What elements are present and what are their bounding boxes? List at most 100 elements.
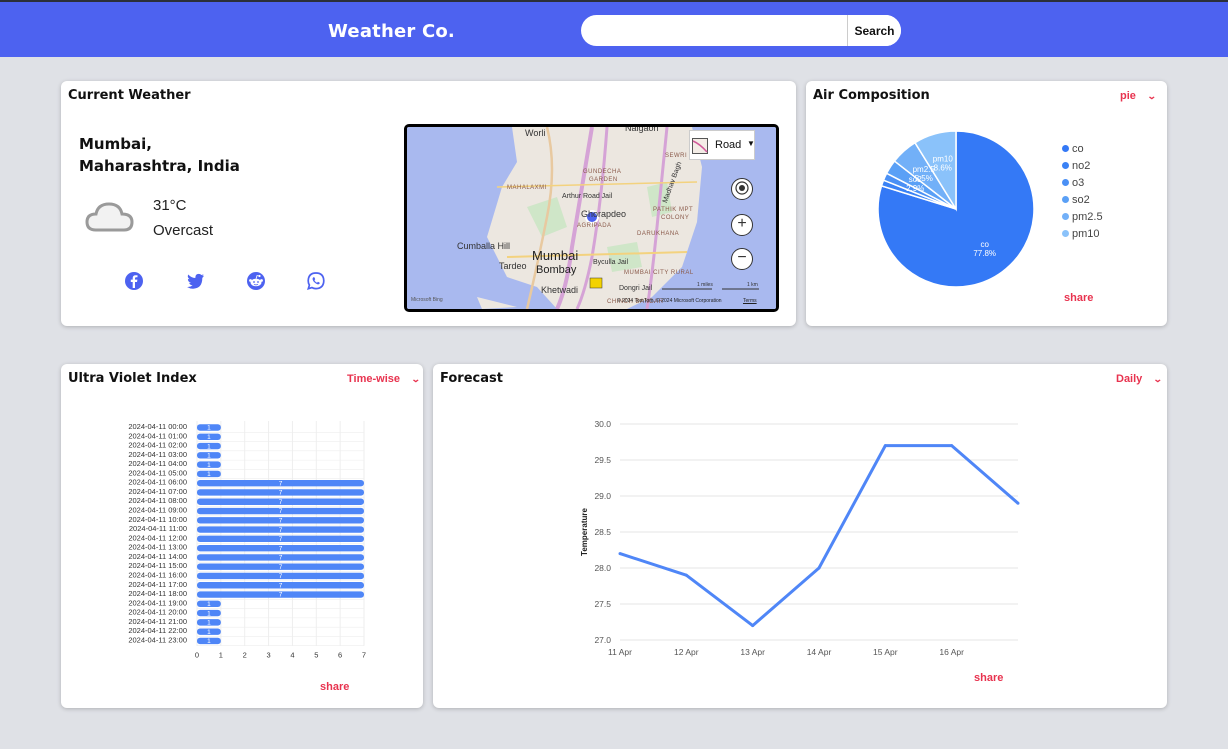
search-box: Search	[581, 15, 901, 46]
uv-category-label: 2024-04-11 02:00	[128, 441, 187, 450]
uv-category-label: 2024-04-11 23:00	[128, 635, 187, 644]
uv-xtick: 0	[195, 651, 199, 660]
zoom-in-button[interactable]: +	[731, 214, 753, 236]
uv-bar-label: 7	[279, 499, 283, 506]
forecast-ytick: 27.5	[594, 599, 611, 609]
uv-xtick: 1	[219, 651, 223, 660]
temperature: 31°C	[153, 197, 187, 214]
uv-category-label: 2024-04-11 14:00	[128, 552, 187, 561]
pie-pct-pm2.5: 5.5%	[915, 174, 933, 183]
legend-item-co[interactable]: co	[1062, 141, 1103, 158]
uv-bar-label: 1	[207, 453, 211, 460]
uv-category-label: 2024-04-11 03:00	[128, 450, 187, 459]
legend-label: o3	[1072, 177, 1085, 189]
map-terms-link[interactable]: Terms	[743, 298, 757, 304]
whatsapp-icon[interactable]	[306, 271, 326, 291]
legend-label: so2	[1072, 194, 1090, 206]
forecast-point[interactable]	[684, 573, 688, 577]
forecast-period-dropdown[interactable]: Daily ⌄	[1116, 373, 1163, 385]
uv-category-label: 2024-04-11 13:00	[128, 543, 187, 552]
uv-category-label: 2024-04-11 08:00	[128, 496, 187, 505]
map-style-selector[interactable]: Road ▼	[689, 130, 755, 160]
uv-category-label: 2024-04-11 00:00	[128, 422, 187, 431]
map-label-agripada: AGRIPADA	[577, 223, 612, 229]
forecast-point[interactable]	[618, 552, 622, 556]
map-label-pathik: PATHIK MPT	[653, 207, 694, 213]
forecast-ytick: 28.5	[594, 527, 611, 537]
map-label-worli: Worli	[525, 128, 546, 138]
locate-me-button[interactable]	[731, 178, 753, 200]
map-scale-km: 1 km	[747, 282, 758, 288]
uv-share-button[interactable]: share	[320, 681, 349, 693]
map-scale-miles: 1 miles	[697, 282, 713, 288]
map-label-mahalaxmi: MAHALAXMI	[507, 185, 547, 191]
chevron-down-icon: ⌄	[1153, 374, 1163, 384]
search-button[interactable]: Search	[847, 15, 901, 46]
twitter-icon[interactable]	[185, 271, 205, 291]
map-label-garden: GARDEN	[589, 177, 618, 183]
legend-item-no2[interactable]: no2	[1062, 158, 1103, 175]
forecast-xtick: 16 Apr	[939, 647, 964, 657]
legend-swatch	[1062, 229, 1069, 237]
uv-bar-label: 1	[207, 425, 211, 432]
map-label-tardeo: Tardeo	[499, 261, 527, 271]
legend-item-o3[interactable]: o3	[1062, 175, 1103, 192]
uv-bar-label: 7	[279, 490, 283, 497]
forecast-share-button[interactable]: share	[974, 672, 1003, 684]
forecast-point[interactable]	[1016, 501, 1020, 505]
uv-category-label: 2024-04-11 22:00	[128, 626, 187, 635]
forecast-point[interactable]	[751, 624, 755, 628]
legend-swatch	[1062, 212, 1069, 220]
legend-item-so2[interactable]: so2	[1062, 192, 1103, 209]
brand-logo[interactable]: Weather Co.	[328, 21, 455, 42]
uv-bar-label: 7	[279, 480, 283, 487]
legend-item-pm10[interactable]: pm10	[1062, 226, 1103, 243]
uv-bar-label: 7	[279, 518, 283, 525]
pie-label-co: co	[980, 240, 989, 249]
cloud-icon	[85, 202, 134, 232]
map-label-cumballa-hill: Cumballa Hill	[457, 241, 511, 251]
uv-xtick: 5	[314, 651, 318, 660]
uv-category-label: 2024-04-11 18:00	[128, 589, 187, 598]
uv-bar-label: 1	[207, 629, 211, 636]
location-name: Mumbai, Maharashtra, India	[79, 133, 329, 177]
forecast-point[interactable]	[883, 444, 887, 448]
forecast-xtick: 13 Apr	[740, 647, 765, 657]
dropdown-value: Time-wise	[347, 373, 400, 385]
air-share-button[interactable]: share	[1064, 292, 1093, 304]
dropdown-value: Daily	[1116, 373, 1143, 385]
chevron-down-icon: ⌄	[1146, 91, 1157, 101]
legend-label: co	[1072, 143, 1084, 155]
uv-bar-label: 1	[207, 443, 211, 450]
legend-label: no2	[1072, 160, 1091, 172]
search-input[interactable]	[581, 15, 847, 46]
uv-category-label: 2024-04-11 21:00	[128, 617, 187, 626]
map-label-sewri: SEWRI	[665, 153, 688, 159]
uv-xtick: 6	[338, 651, 342, 660]
forecast-point[interactable]	[817, 566, 821, 570]
uv-bar-label: 1	[207, 620, 211, 627]
uv-bar-label: 7	[279, 564, 283, 571]
forecast-line[interactable]	[619, 444, 1019, 628]
legend-swatch	[1062, 144, 1069, 152]
map-attribution: © 2024 TomTom, © 2024 Microsoft Corporat…	[617, 298, 722, 304]
chart-type-dropdown[interactable]: pie ⌄	[1120, 90, 1157, 102]
facebook-icon[interactable]	[124, 271, 144, 291]
uv-index-card: Ultra Violet Index Time-wise ⌄ 0 1 2 3 4 5 6 7 20…	[61, 364, 423, 708]
city-line: Mumbai,	[79, 135, 152, 153]
uv-bar-label: 7	[279, 527, 283, 534]
uv-bar-chart: 0 1 2 3 4 5 6 7 2024-04-11 00:00 1 2024-04-11 01:0…	[128, 421, 366, 660]
pie-label-pm2.5: pm2.5	[913, 165, 936, 174]
location-map[interactable]: Worli Naigaon SEWRI GUNDECHA GARDEN MAHA…	[404, 124, 779, 312]
forecast-point[interactable]	[950, 444, 954, 448]
uv-bar-label: 1	[207, 471, 211, 478]
uv-xtick: 4	[290, 651, 294, 660]
map-label-darukhana: DARUKHANA	[637, 231, 680, 237]
uv-view-dropdown[interactable]: Time-wise ⌄	[347, 373, 421, 385]
zoom-out-button[interactable]: −	[731, 248, 753, 270]
uv-bar-label: 7	[279, 582, 283, 589]
reddit-icon[interactable]	[246, 271, 266, 291]
legend-item-pm2.5[interactable]: pm2.5	[1062, 209, 1103, 226]
uv-bar-label: 7	[279, 573, 283, 580]
pie-legend: co no2 o3 so2 pm2.5 pm10	[1062, 141, 1103, 243]
